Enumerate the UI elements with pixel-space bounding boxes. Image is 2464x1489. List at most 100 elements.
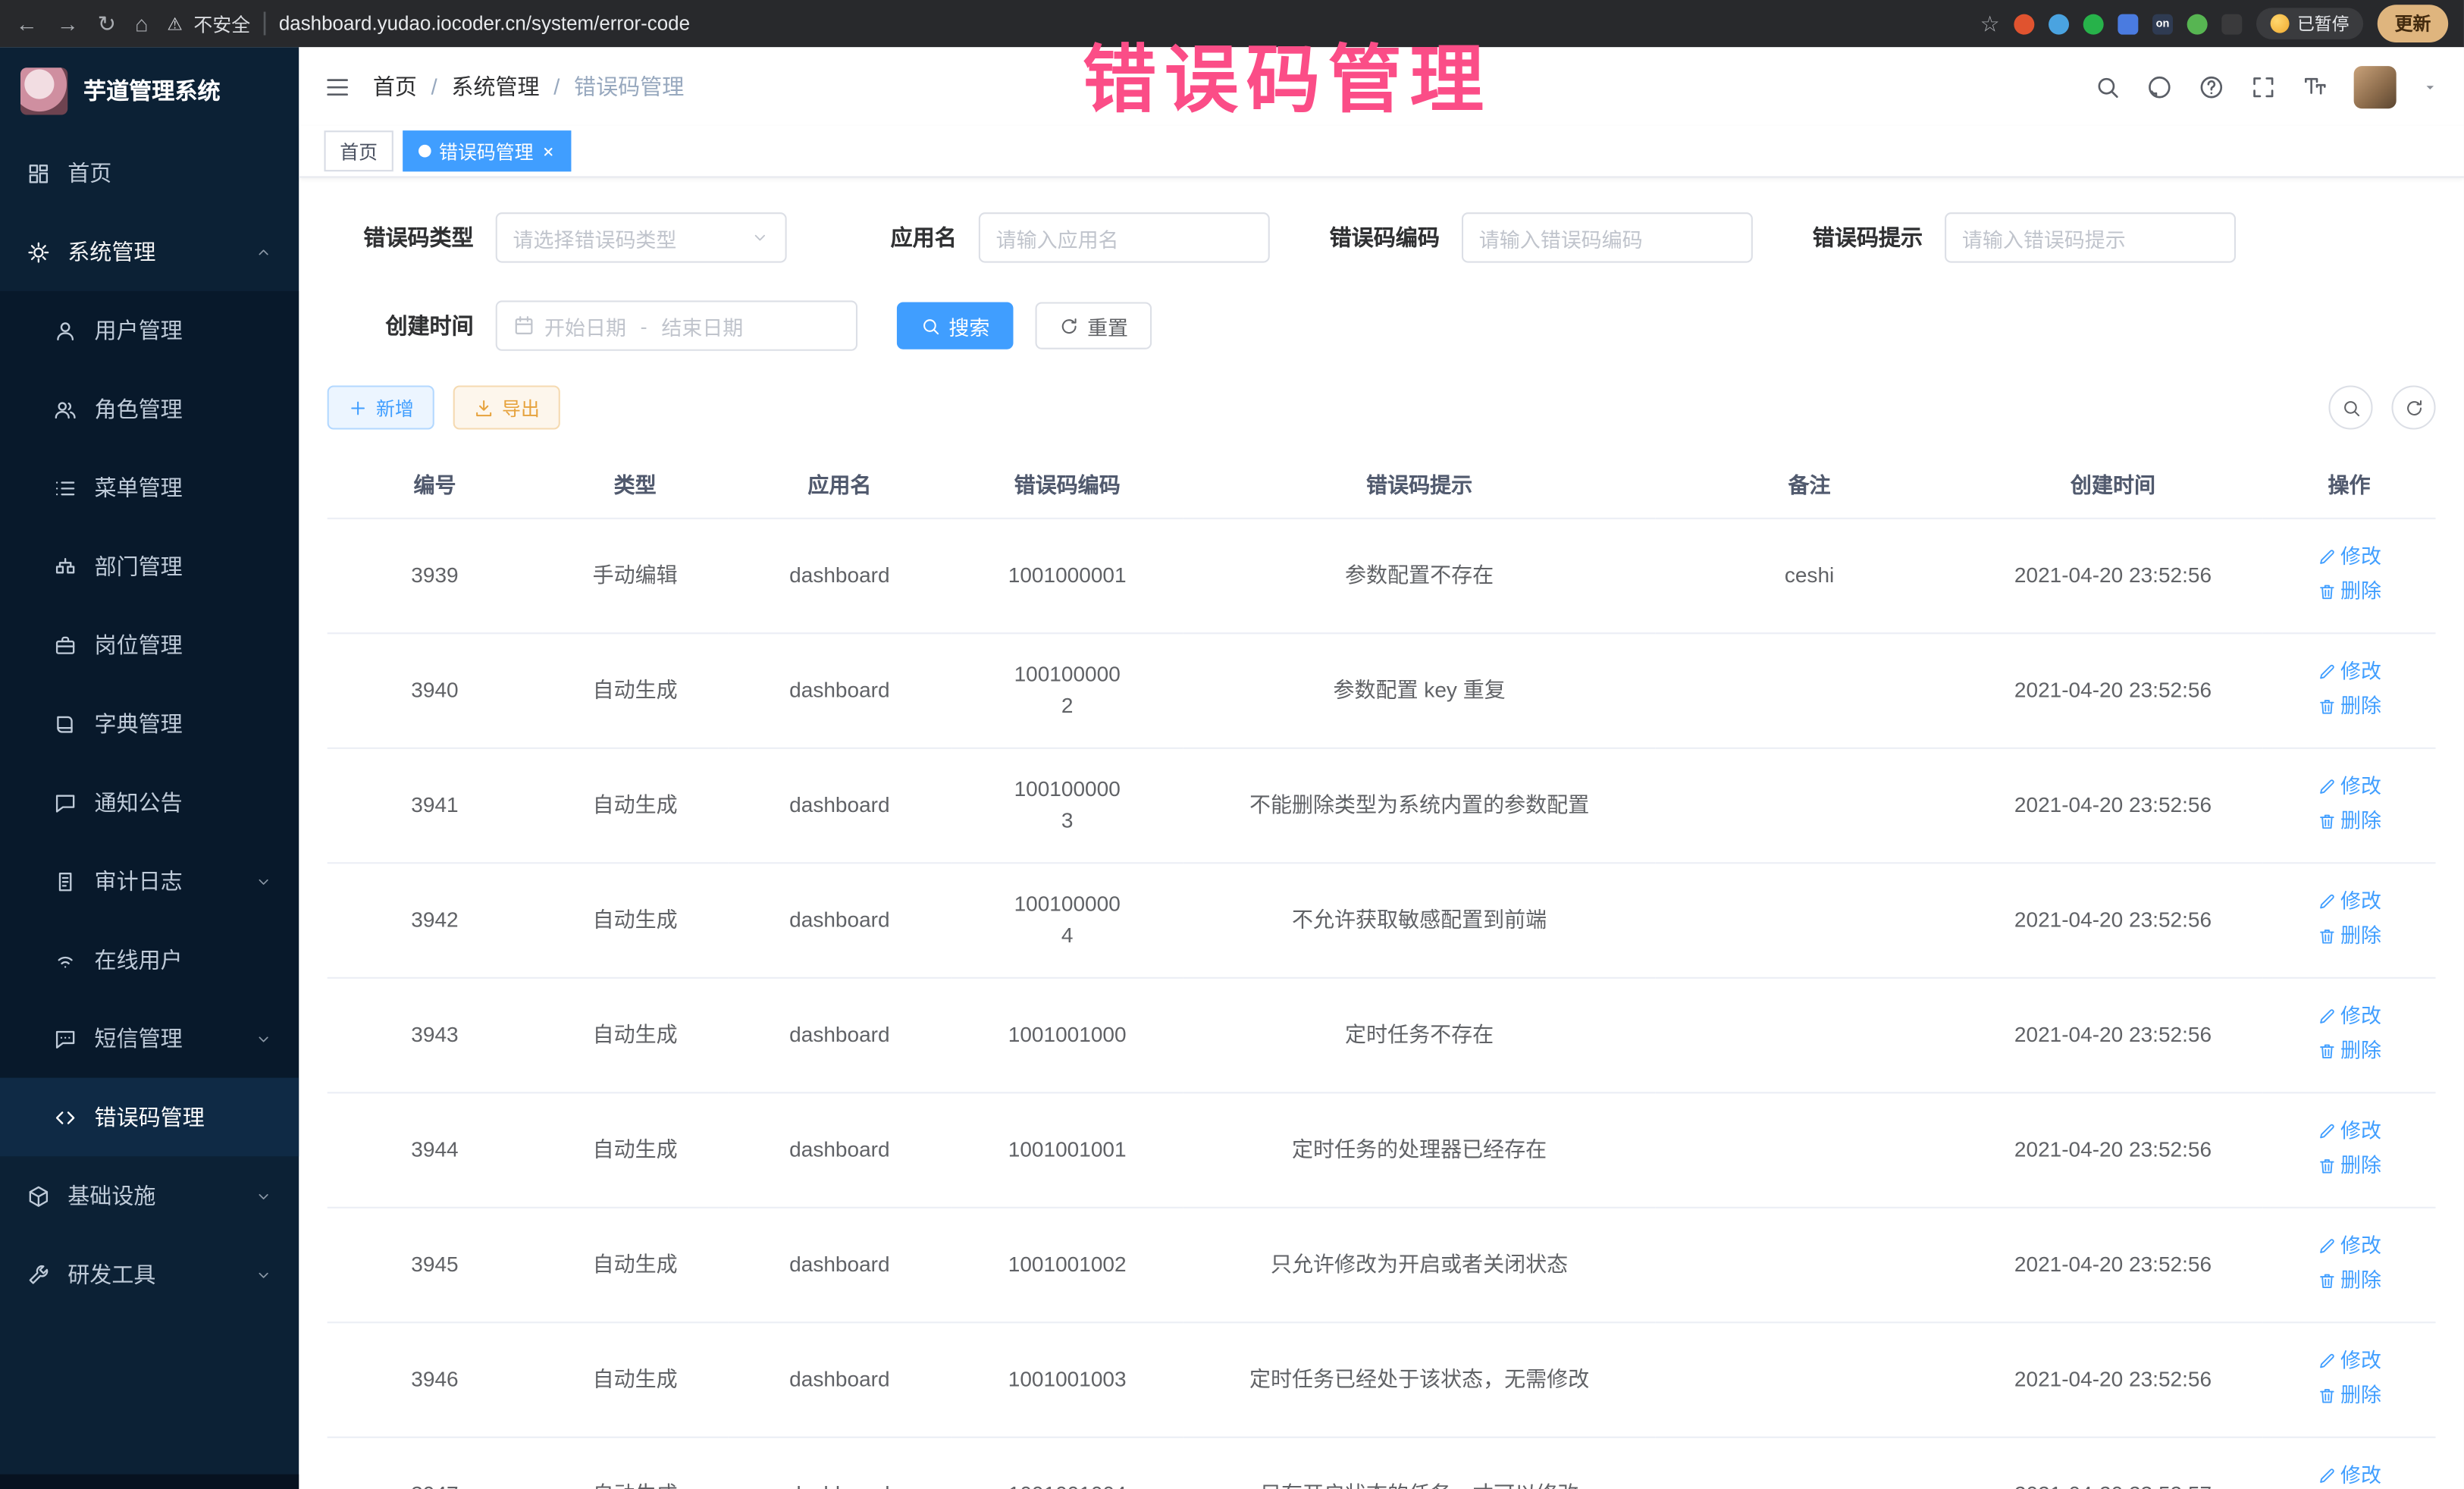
caret-down-icon[interactable]: [2422, 78, 2439, 96]
error-code-msg-input[interactable]: 请输入错误码提示: [1945, 212, 2236, 262]
reset-button-label: 重置: [1087, 311, 1128, 340]
show-search-button[interactable]: [2328, 385, 2372, 429]
export-button[interactable]: 导出: [453, 385, 560, 429]
vpn-extension-icon[interactable]: on: [2152, 14, 2173, 34]
delete-link[interactable]: 删除: [2317, 1150, 2381, 1182]
leaf-extension-icon[interactable]: [2187, 14, 2208, 34]
fontsize-button[interactable]: [2302, 74, 2328, 100]
search-button-label: 搜索: [948, 311, 989, 340]
edit-link[interactable]: 修改: [2317, 1001, 2381, 1033]
back-icon[interactable]: ←: [16, 13, 38, 35]
cell-time: 2021-04-20 23:52:56: [1964, 633, 2263, 748]
tab-error-code[interactable]: 错误码管理: [403, 130, 571, 171]
sidebar-item-label: 通知公告: [95, 787, 183, 819]
sidebar-item-error-code[interactable]: 错误码管理: [0, 1078, 299, 1157]
cell-remark: [1656, 748, 1964, 863]
filter-app-name: 应用名请输入应用名: [810, 212, 1270, 262]
sidebar-item-role[interactable]: 角色管理: [0, 370, 299, 449]
column-header: 操作: [2262, 448, 2435, 518]
paused-badge-label: 已暂停: [2297, 11, 2349, 36]
delete-label: 删除: [2340, 691, 2381, 723]
table-row: 3946自动生成dashboard1001001003定时任务已经处于该状态，无…: [328, 1322, 2436, 1437]
tab-bar: 首页错误码管理: [299, 126, 2464, 177]
date-range-picker[interactable]: 开始日期-结束日期: [496, 300, 857, 350]
sidebar-item-online-user[interactable]: 在线用户: [0, 920, 299, 999]
sidebar-item-audit-log[interactable]: 审计日志: [0, 842, 299, 920]
add-button[interactable]: 新增: [328, 385, 434, 429]
sidebar-item-label: 字典管理: [95, 708, 183, 740]
breadcrumb-item[interactable]: 首页: [373, 71, 417, 102]
logo-image: [20, 67, 67, 114]
sidebar-item-home[interactable]: 首页: [0, 133, 299, 212]
grid-extension-icon[interactable]: [2118, 14, 2138, 34]
cell-id: 3939: [328, 519, 543, 633]
bookmark-star-icon[interactable]: ☆: [1980, 13, 2000, 35]
sidebar-item-label: 菜单管理: [95, 472, 183, 504]
edit-link[interactable]: 修改: [2317, 656, 2381, 688]
sidebar-item-notice[interactable]: 通知公告: [0, 763, 299, 842]
fullscreen-button[interactable]: [2250, 74, 2277, 100]
github-button[interactable]: [2146, 74, 2173, 100]
record-extension-icon[interactable]: [2014, 14, 2034, 34]
puzzle-extension-icon[interactable]: [2221, 14, 2242, 34]
refresh-table-button[interactable]: [2391, 385, 2435, 429]
delete-link[interactable]: 删除: [2317, 1265, 2381, 1297]
cell-code: 1001001001: [951, 1092, 1183, 1207]
home-icon[interactable]: ⌂: [135, 13, 149, 35]
edit-link[interactable]: 修改: [2317, 541, 2381, 573]
sidebar-item-sms[interactable]: 短信管理: [0, 999, 299, 1078]
cell-type: 手动编辑: [542, 519, 728, 633]
cell-id: 3940: [328, 633, 543, 748]
delete-link[interactable]: 删除: [2317, 691, 2381, 723]
logo[interactable]: 芋道管理系统: [0, 47, 299, 133]
delete-link[interactable]: 删除: [2317, 1380, 2381, 1412]
delete-link[interactable]: 删除: [2317, 920, 2381, 952]
edit-link[interactable]: 修改: [2317, 1115, 2381, 1147]
delete-link[interactable]: 删除: [2317, 806, 2381, 838]
delete-link[interactable]: 删除: [2317, 576, 2381, 608]
sidebar-item-system[interactable]: 系统管理: [0, 212, 299, 291]
tab-close-icon[interactable]: [541, 144, 556, 158]
sidebar-item-infra[interactable]: 基础设施: [0, 1156, 299, 1235]
error-code-type-select[interactable]: 请选择错误码类型: [496, 212, 787, 262]
question-button[interactable]: [2198, 74, 2224, 100]
delete-link[interactable]: 删除: [2317, 1036, 2381, 1067]
check-green-extension-icon[interactable]: [2083, 14, 2104, 34]
filter-form-row-1: 错误码类型请选择错误码类型应用名请输入应用名错误码编码请输入错误码编码错误码提示…: [328, 212, 2436, 262]
forward-icon[interactable]: →: [57, 13, 79, 35]
edit-link[interactable]: 修改: [2317, 1230, 2381, 1262]
sidebar-item-user[interactable]: 用户管理: [0, 291, 299, 370]
breadcrumb-item[interactable]: 系统管理: [451, 71, 539, 102]
address-bar[interactable]: ⚠ 不安全 | dashboard.yudao.iocoder.cn/syste…: [167, 9, 1961, 37]
edit-link[interactable]: 修改: [2317, 886, 2381, 917]
cell-type: 自动生成: [542, 748, 728, 863]
search-button[interactable]: [2094, 74, 2121, 100]
sidebar-item-dict[interactable]: 字典管理: [0, 685, 299, 763]
hamburger-icon[interactable]: [324, 74, 351, 100]
app-name-input[interactable]: 请输入应用名: [979, 212, 1270, 262]
sidebar-item-label: 用户管理: [95, 315, 183, 346]
reload-icon[interactable]: ↻: [98, 13, 116, 35]
reset-button[interactable]: 重置: [1036, 302, 1152, 349]
chat-icon: [54, 791, 77, 814]
paused-badge[interactable]: 已暂停: [2256, 8, 2363, 39]
sidebar-item-post[interactable]: 岗位管理: [0, 606, 299, 685]
drop-extension-icon[interactable]: [2049, 14, 2069, 34]
sidebar-item-menu[interactable]: 菜单管理: [0, 448, 299, 527]
cell-type: 自动生成: [542, 1208, 728, 1322]
edit-link[interactable]: 修改: [2317, 771, 2381, 803]
tab-home[interactable]: 首页: [324, 130, 393, 171]
search-button[interactable]: 搜索: [897, 302, 1014, 349]
edit-icon: [2317, 892, 2336, 911]
edit-label: 修改: [2340, 656, 2381, 688]
error-code-code-input[interactable]: 请输入错误码编码: [1462, 212, 1753, 262]
cell-type: 自动生成: [542, 978, 728, 1092]
filter-error-code-msg: 错误码提示请输入错误码提示: [1776, 212, 2236, 262]
sidebar-item-dept[interactable]: 部门管理: [0, 527, 299, 606]
update-button[interactable]: 更新: [2378, 5, 2448, 42]
user-avatar[interactable]: [2354, 65, 2397, 108]
edit-link[interactable]: 修改: [2317, 1345, 2381, 1377]
sidebar-item-dev-tools[interactable]: 研发工具: [0, 1235, 299, 1314]
cell-remark: [1656, 1092, 1964, 1207]
edit-link[interactable]: 修改: [2317, 1460, 2381, 1489]
